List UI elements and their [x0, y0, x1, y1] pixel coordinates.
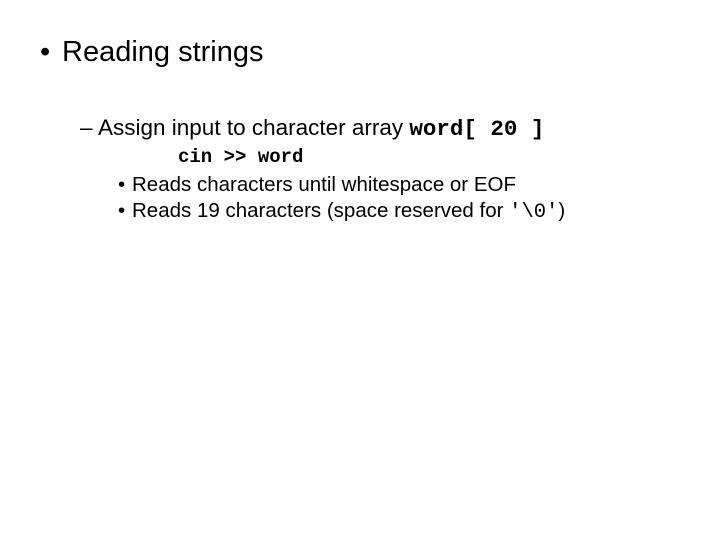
level3-text-1: Reads characters until whitespace or EOF	[132, 173, 516, 196]
slide-content: •Reading strings –Assign input to charac…	[0, 0, 720, 261]
level2-text: Assign input to character array	[98, 115, 409, 140]
code-snippet: cin >> word	[178, 146, 692, 168]
dash-icon: –	[80, 115, 98, 141]
level3-text-2-suffix: )	[558, 199, 565, 222]
bullet-level1: •Reading strings	[40, 36, 692, 69]
bullet-level2: –Assign input to character array word[ 2…	[80, 115, 692, 142]
bullet-level3-item2: •Reads 19 characters (space reserved for…	[118, 198, 692, 226]
level3-code: '\0'	[509, 201, 558, 224]
bullet-dot-icon: •	[118, 198, 132, 224]
level1-title: Reading strings	[62, 36, 264, 68]
level3-text-2-prefix: Reads 19 characters (space reserved for	[132, 199, 509, 222]
bullet-dot-icon: •	[118, 172, 132, 198]
bullet-dot-icon: •	[40, 36, 62, 69]
level2-code: word[ 20 ]	[409, 116, 544, 142]
bullet-level3-item1: •Reads characters until whitespace or EO…	[118, 172, 692, 198]
